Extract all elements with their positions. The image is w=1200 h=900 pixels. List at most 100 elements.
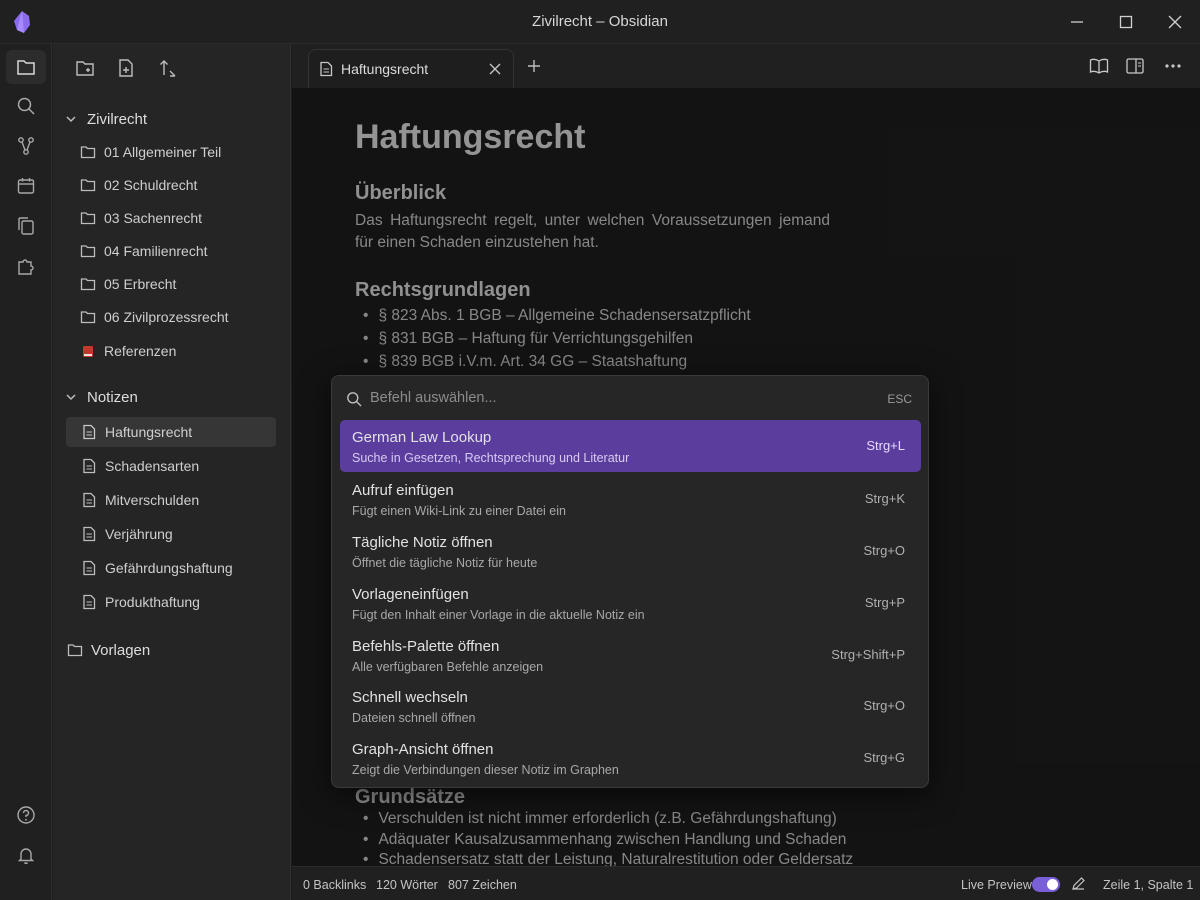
maximize-button[interactable] <box>1111 8 1141 36</box>
command-description: Fügt einen Wiki-Link zu einer Datei ein <box>352 504 566 518</box>
graph-view-button[interactable] <box>6 129 46 163</box>
folder-icon <box>80 309 96 325</box>
command-description: Suche in Gesetzen, Rechtsprechung und Li… <box>352 451 630 465</box>
document-icon <box>81 424 97 440</box>
backlinks-count[interactable]: 0 Backlinks <box>303 878 366 892</box>
window-title: Zivilrecht – Obsidian <box>532 13 668 30</box>
folder-item[interactable]: 02 Schuldrecht <box>80 170 280 200</box>
command-shortcut: Strg+P <box>864 595 905 610</box>
command-name: Schnell wechseln <box>352 689 468 706</box>
file-item[interactable]: Referenzen <box>80 336 280 366</box>
folder-item[interactable]: 03 Sachenrecht <box>80 203 280 233</box>
command-shortcut: Strg+K <box>864 491 905 506</box>
command-shortcut: Strg+L <box>866 438 905 453</box>
chevron-down-icon <box>63 389 79 405</box>
tab-haftungsrecht[interactable]: Haftungsrecht <box>308 49 514 88</box>
edit-mode-button[interactable] <box>1071 876 1086 894</box>
status-bar: 0 Backlinks 120 Wörter 807 Zeichen Live … <box>292 866 1200 900</box>
sidebar-toggle-icon <box>1126 58 1144 74</box>
folder-label: 02 Schuldrecht <box>104 177 198 193</box>
command-item[interactable]: Befehls-Palette öffnen Alle verfügbaren … <box>340 629 921 681</box>
split-view-button[interactable] <box>1122 54 1148 78</box>
note-item[interactable]: Produkthaftung <box>81 587 276 617</box>
minimize-button[interactable] <box>1062 8 1092 36</box>
command-name: Tägliche Notiz öffnen <box>352 534 493 551</box>
command-shortcut: Strg+Shift+P <box>831 647 905 662</box>
vault-folder-zivilrecht[interactable]: Zivilrecht <box>63 104 283 134</box>
graph-icon <box>18 137 34 155</box>
note-label: Schadensarten <box>105 458 200 474</box>
command-name: Befehls-Palette öffnen <box>352 638 500 655</box>
folder-vorlagen[interactable]: Vorlagen <box>67 635 283 665</box>
tab-bar: Haftungsrecht <box>292 44 1200 88</box>
command-item[interactable]: Schnell wechseln Dateien schnell öffnen … <box>340 680 921 732</box>
help-button[interactable] <box>6 798 46 832</box>
search-icon <box>347 392 362 407</box>
command-name: Aufruf einfügen <box>352 482 454 499</box>
new-note-button[interactable] <box>110 54 142 82</box>
command-shortcut: Strg+O <box>863 543 905 558</box>
search-icon <box>17 97 35 115</box>
close-window-button[interactable] <box>1160 8 1190 36</box>
document-icon <box>81 560 97 576</box>
command-name: Graph-Ansicht öffnen <box>352 741 494 758</box>
live-preview-label: Live Preview <box>961 878 1032 892</box>
folder-item[interactable]: 04 Familienrecht <box>80 236 280 266</box>
note-item[interactable]: Gefährdungshaftung <box>81 553 276 583</box>
command-item[interactable]: Graph-Ansicht öffnen Zeigt die Verbindun… <box>340 732 921 784</box>
folder-item[interactable]: 06 Zivilprozessrecht <box>80 302 280 332</box>
pencil-icon <box>1072 877 1085 890</box>
command-shortcut: Strg+O <box>863 698 905 713</box>
note-label: Gefährdungshaftung <box>105 560 233 576</box>
ribbon <box>0 44 52 900</box>
new-folder-button[interactable] <box>69 54 101 82</box>
plugins-button[interactable] <box>6 249 46 283</box>
sort-icon <box>160 60 176 77</box>
folder-icon <box>80 243 96 259</box>
folder-label: Vorlagen <box>91 641 151 659</box>
note-item[interactable]: Schadensarten <box>81 451 276 481</box>
folder-item[interactable]: 01 Allgemeiner Teil <box>80 137 280 167</box>
files-button[interactable] <box>6 50 46 84</box>
palette-search-bar: ESC <box>332 376 928 420</box>
folder-notizen[interactable]: Notizen <box>63 382 283 412</box>
close-icon <box>489 63 501 75</box>
command-item[interactable]: Aufruf einfügen Fügt einen Wiki-Link zu … <box>340 473 921 525</box>
new-tab-button[interactable] <box>522 54 546 78</box>
tab-title: Haftungsrecht <box>341 61 429 77</box>
command-palette: ESC German Law Lookup Suche in Gesetzen,… <box>331 375 929 788</box>
document-icon <box>319 61 333 77</box>
note-label: Verjährung <box>105 526 173 542</box>
word-count: 120 Wörter <box>376 878 438 892</box>
copy-button[interactable] <box>6 209 46 243</box>
file-label: Referenzen <box>104 343 177 359</box>
notifications-button[interactable] <box>6 838 46 872</box>
command-item[interactable]: Tägliche Notiz öffnen Öffnet die täglich… <box>340 525 921 577</box>
sort-button[interactable] <box>152 54 184 82</box>
note-label: Produkthaftung <box>105 594 200 610</box>
help-icon <box>17 806 35 824</box>
command-item-german-law-lookup[interactable]: German Law Lookup Suche in Gesetzen, Rec… <box>340 420 921 472</box>
esc-hint: ESC <box>887 392 912 406</box>
new-folder-icon <box>76 61 94 76</box>
note-item[interactable]: Mitverschulden <box>81 485 276 515</box>
calendar-button[interactable] <box>6 169 46 203</box>
title-bar: Zivilrecht – Obsidian <box>0 0 1200 44</box>
close-tab-button[interactable] <box>485 59 505 79</box>
search-button[interactable] <box>6 89 46 123</box>
note-item-haftungsrecht[interactable]: Haftungsrecht <box>66 417 276 447</box>
command-description: Öffnet die tägliche Notiz für heute <box>352 556 538 570</box>
note-item[interactable]: Verjährung <box>81 519 276 549</box>
command-search-input[interactable] <box>370 386 850 410</box>
note-label: Haftungsrecht <box>105 424 193 440</box>
close-icon <box>1168 15 1182 29</box>
folder-item[interactable]: 05 Erbrecht <box>80 269 280 299</box>
note-label: Mitverschulden <box>105 492 200 508</box>
command-item[interactable]: Vorlageneinfügen Fügt den Inhalt einer V… <box>340 577 921 629</box>
live-preview-toggle[interactable] <box>1032 877 1060 892</box>
command-description: Fügt den Inhalt einer Vorlage in die akt… <box>352 608 645 622</box>
folder-label: Notizen <box>87 388 138 406</box>
reading-view-button[interactable] <box>1086 54 1112 78</box>
more-options-button[interactable] <box>1160 54 1186 78</box>
command-description: Alle verfügbaren Befehle anzeigen <box>352 660 544 674</box>
